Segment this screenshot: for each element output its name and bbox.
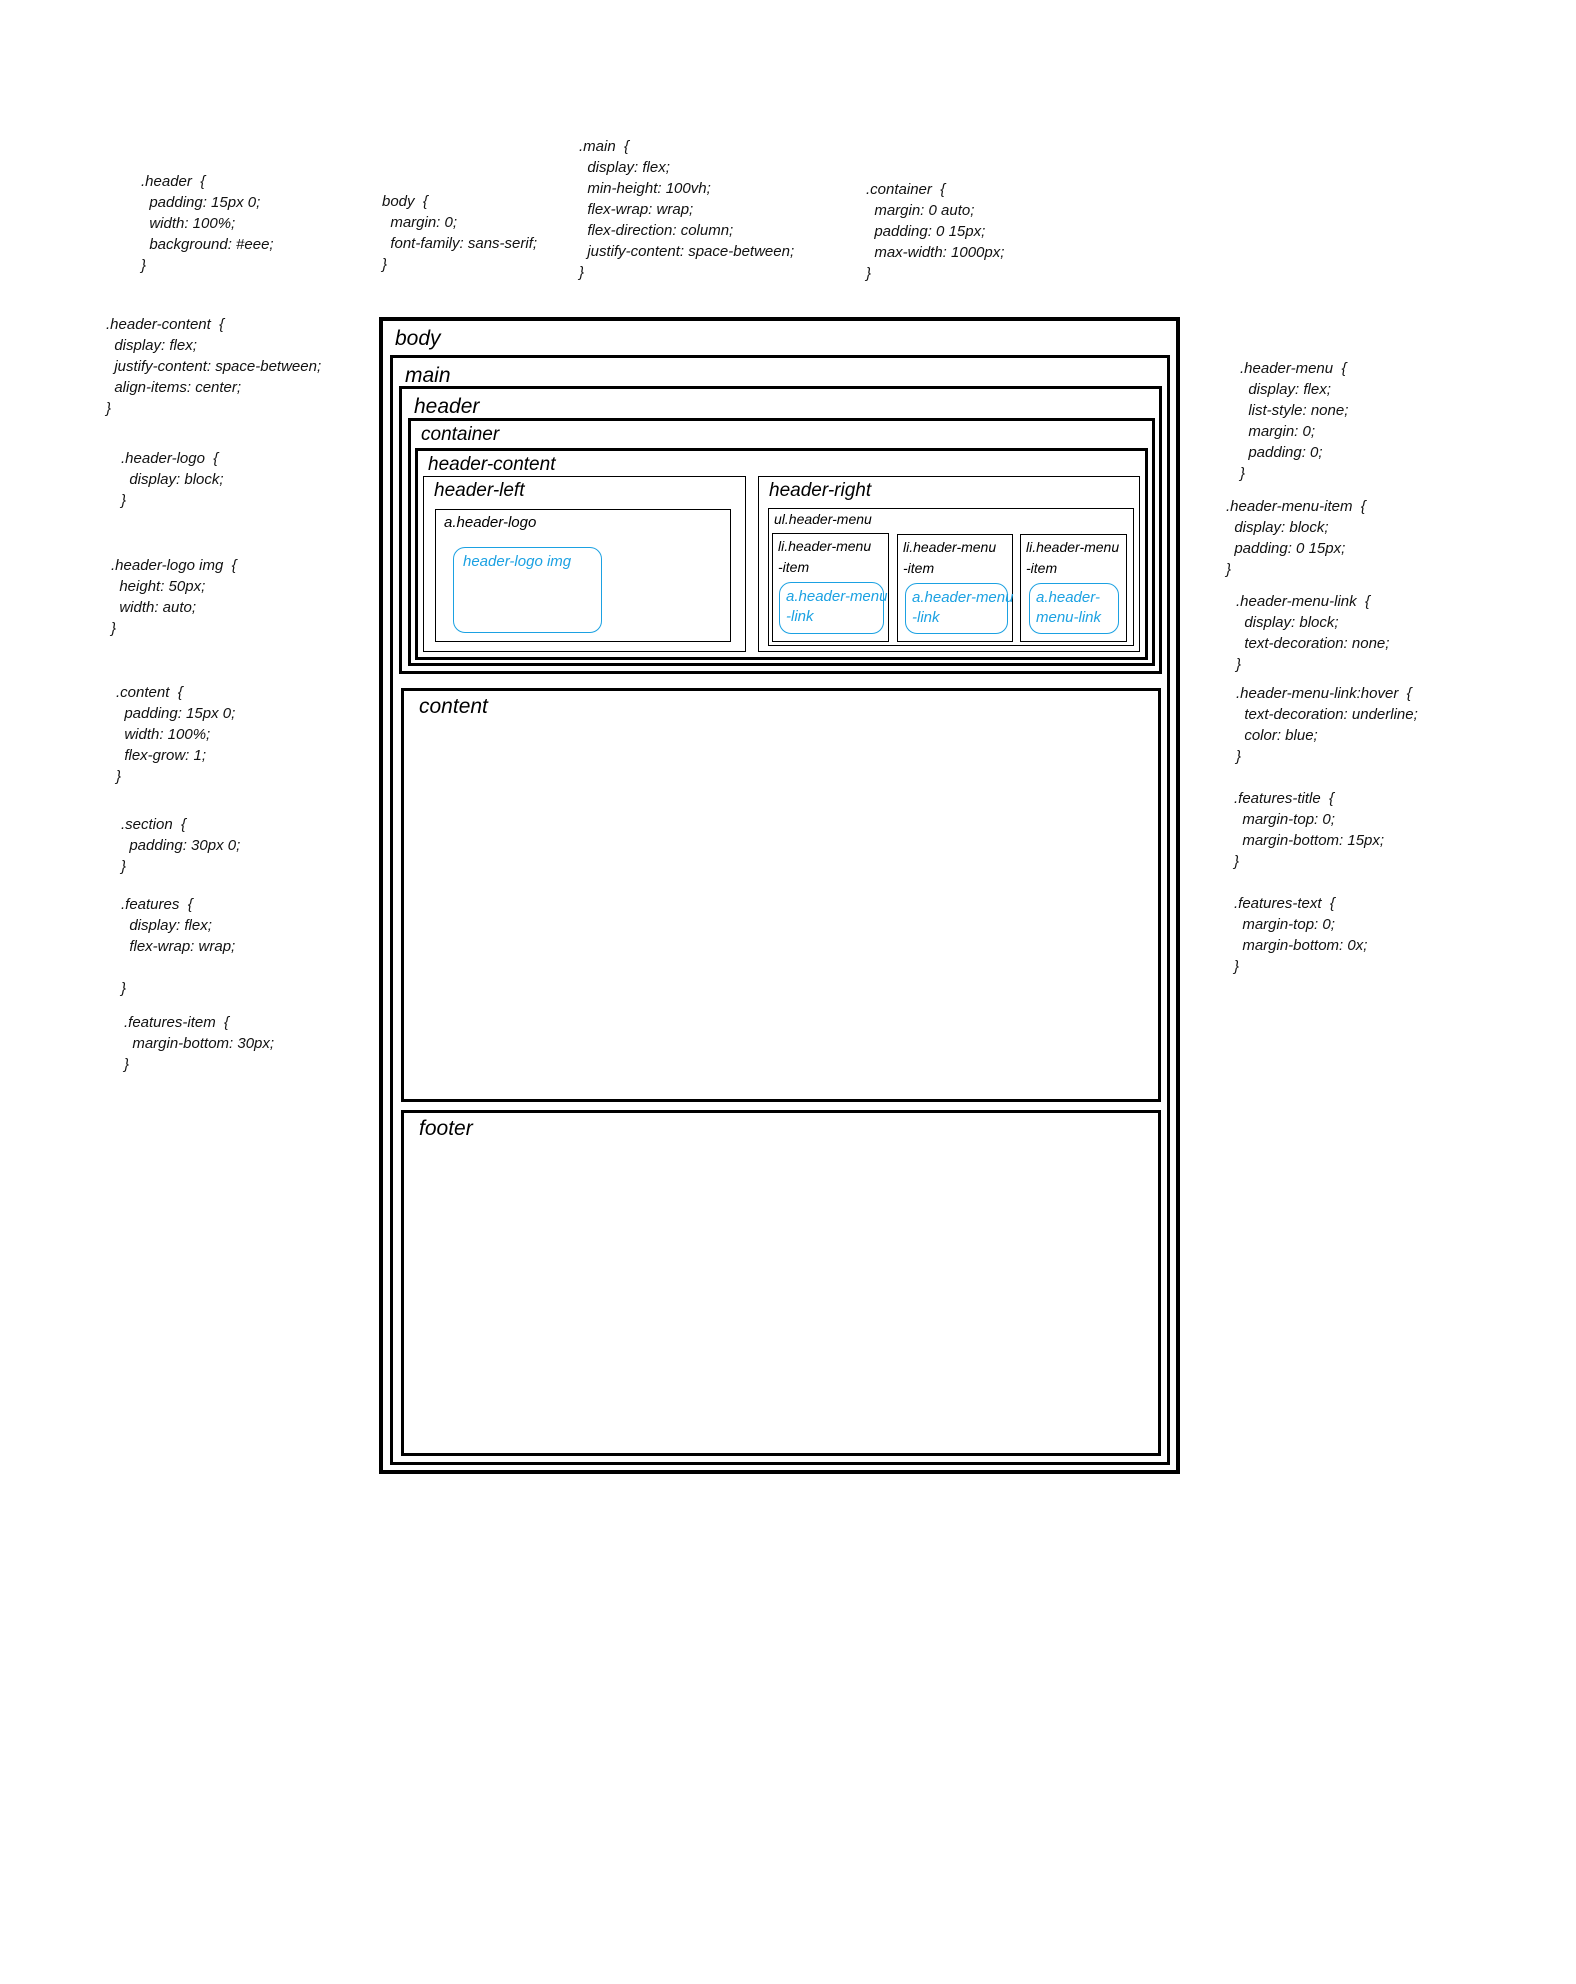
header-label: header bbox=[414, 395, 480, 418]
header-menu-link-1-label: a.header-menu -link bbox=[786, 588, 888, 625]
note-features: .features { display: flex; flex-wrap: wr… bbox=[121, 896, 236, 997]
header-logo-img-box: header-logo img bbox=[453, 547, 602, 633]
header-menu-link-1[interactable]: a.header-menu -link bbox=[779, 582, 888, 634]
header-menu-link-2-label: a.header-menu -link bbox=[912, 589, 1014, 626]
header-right-label: header-right bbox=[769, 480, 872, 501]
header-menu-item-3-label: li.header-menu -item bbox=[1026, 539, 1120, 576]
footer-box: footer bbox=[401, 1110, 1161, 1456]
note-header-content: .header-content { display: flex; justify… bbox=[106, 316, 322, 417]
note-features-title: .features-title { margin-top: 0; margin-… bbox=[1234, 790, 1385, 870]
header-menu-link-3-label: a.header- menu-link bbox=[1036, 589, 1102, 626]
header-logo-label: a.header-logo bbox=[444, 514, 537, 531]
body-label: body bbox=[395, 327, 441, 350]
note-main: .main { display: flex; min-height: 100vh… bbox=[579, 138, 795, 281]
content-label: content bbox=[419, 695, 488, 718]
note-header-menu-item: .header-menu-item { display: block; padd… bbox=[1226, 498, 1366, 578]
note-section: .section { padding: 30px 0; } bbox=[121, 816, 241, 875]
note-header-menu-link: .header-menu-link { display: block; text… bbox=[1236, 593, 1390, 673]
note-header-menu-link-hover: .header-menu-link:hover { text-decoratio… bbox=[1236, 685, 1418, 765]
note-features-item: .features-item { margin-bottom: 30px; } bbox=[124, 1014, 275, 1073]
footer-label: footer bbox=[419, 1117, 473, 1140]
note-header: .header { padding: 15px 0; width: 100%; … bbox=[141, 173, 274, 274]
note-header-menu: .header-menu { display: flex; list-style… bbox=[1240, 360, 1349, 482]
header-content-label: header-content bbox=[428, 454, 556, 475]
container-label: container bbox=[421, 424, 500, 445]
note-features-text: .features-text { margin-top: 0; margin-b… bbox=[1234, 895, 1368, 975]
header-menu-link-2[interactable]: a.header-menu -link bbox=[905, 583, 1013, 634]
header-menu-item-1-label: li.header-menu -item bbox=[778, 538, 872, 575]
header-menu-item-2-label: li.header-menu -item bbox=[903, 539, 997, 576]
note-body: body { margin: 0; font-family: sans-seri… bbox=[382, 193, 538, 273]
note-container: .container { margin: 0 auto; padding: 0 … bbox=[866, 181, 1005, 282]
header-menu-link-3[interactable]: a.header- menu-link bbox=[1029, 583, 1119, 634]
note-header-logo: .header-logo { display: block; } bbox=[121, 450, 224, 509]
content-box: content bbox=[401, 688, 1161, 1102]
main-label: main bbox=[405, 364, 451, 387]
note-content: .content { padding: 15px 0; width: 100%;… bbox=[116, 684, 236, 785]
header-menu-label: ul.header-menu bbox=[774, 511, 872, 527]
note-header-logo-img: .header-logo img { height: 50px; width: … bbox=[111, 557, 237, 637]
header-logo-img-label: header-logo img bbox=[463, 553, 572, 570]
header-left-label: header-left bbox=[434, 480, 525, 501]
